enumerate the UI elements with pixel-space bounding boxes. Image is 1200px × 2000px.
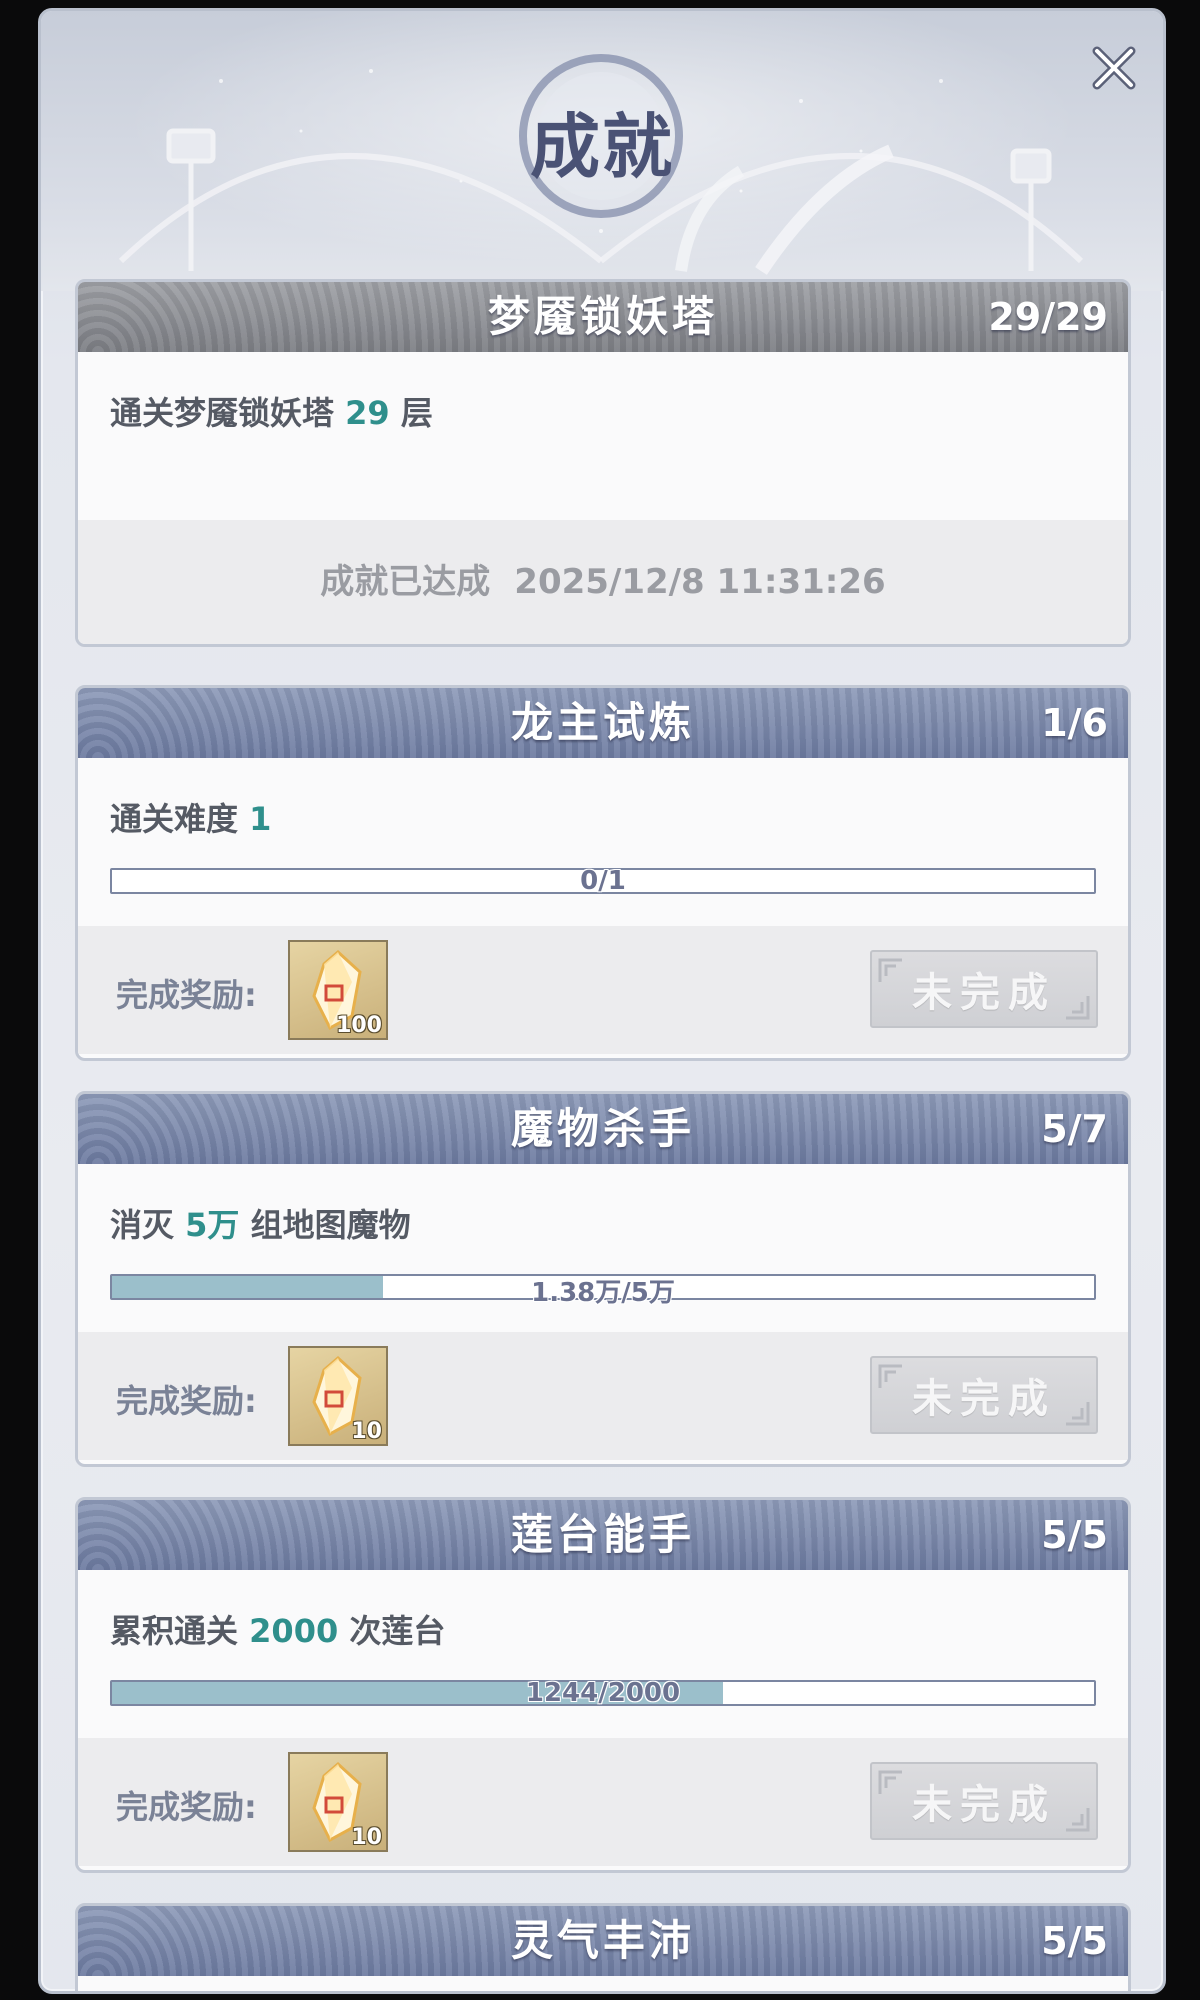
card-header: 梦魇锁妖塔 29/29 bbox=[78, 282, 1128, 352]
achievement-card: 灵气丰沛 5/5 bbox=[75, 1903, 1131, 1991]
card-header: 灵气丰沛 5/5 bbox=[78, 1906, 1128, 1976]
corner-ornament-icon bbox=[878, 958, 902, 982]
reward-row: 完成奖励: 100 未完成 bbox=[78, 926, 1128, 1054]
desc-number: 29 bbox=[345, 394, 390, 432]
close-icon bbox=[1092, 46, 1136, 90]
card-header: 莲台能手 5/5 bbox=[78, 1500, 1128, 1570]
card-title: 梦魇锁妖塔 bbox=[487, 292, 718, 341]
reward-item[interactable]: 100 bbox=[288, 940, 388, 1040]
card-count: 29/29 bbox=[988, 295, 1108, 339]
reward-row: 完成奖励: 10 未完成 bbox=[78, 1738, 1128, 1866]
reward-row: 完成奖励: 10 未完成 bbox=[78, 1332, 1128, 1460]
desc-prefix: 累积通关 bbox=[110, 1612, 250, 1650]
progress-bar: 0/1 bbox=[110, 866, 1096, 896]
reward-quantity: 10 bbox=[351, 1419, 382, 1444]
progress-text: 1.38万/5万 bbox=[531, 1278, 675, 1308]
card-title: 龙主试炼 bbox=[510, 698, 695, 747]
status-button[interactable]: 未完成 bbox=[870, 950, 1098, 1028]
completed-status: 成就已达成 2025/12/8 11:31:26 bbox=[78, 520, 1128, 644]
card-body: 通关梦魇锁妖塔 29 层 bbox=[78, 352, 1128, 520]
desc-prefix: 消灭 bbox=[110, 1206, 186, 1244]
card-count: 5/5 bbox=[1041, 1513, 1108, 1557]
desc-number: 5万 bbox=[185, 1206, 240, 1244]
desc-suffix: 组地图魔物 bbox=[239, 1206, 411, 1244]
reward-item[interactable]: 10 bbox=[288, 1346, 388, 1446]
desc-suffix: 层 bbox=[389, 394, 433, 432]
reward-label: 完成奖励: bbox=[116, 1788, 257, 1826]
completed-time: 2025/12/8 11:31:26 bbox=[514, 562, 886, 602]
status-label: 未完成 bbox=[912, 1376, 1056, 1422]
card-title: 灵气丰沛 bbox=[510, 1916, 695, 1965]
card-header: 龙主试炼 1/6 bbox=[78, 688, 1128, 758]
reward-quantity: 100 bbox=[336, 1013, 382, 1038]
achievement-description: 累积通关 2000 次莲台 bbox=[110, 1606, 445, 1652]
status-button[interactable]: 未完成 bbox=[870, 1356, 1098, 1434]
corner-ornament-icon bbox=[878, 1364, 902, 1388]
progress-bar: 1244/2000 bbox=[110, 1678, 1096, 1708]
achievement-description: 通关难度 1 bbox=[110, 794, 271, 840]
reward-quantity: 10 bbox=[351, 1825, 382, 1850]
progress-text: 0/1 bbox=[580, 866, 626, 896]
header-banner: 成就 bbox=[41, 11, 1163, 291]
corner-ornament-icon bbox=[1066, 1808, 1090, 1832]
completed-footer: 成就已达成 2025/12/8 11:31:26 bbox=[78, 520, 1128, 644]
card-title: 莲台能手 bbox=[510, 1510, 695, 1559]
status-label: 未完成 bbox=[912, 1782, 1056, 1828]
corner-ornament-icon bbox=[1066, 996, 1090, 1020]
desc-prefix: 通关梦魇锁妖塔 bbox=[110, 394, 346, 432]
reward-label: 完成奖励: bbox=[116, 976, 257, 1014]
corner-ornament-icon bbox=[878, 1770, 902, 1794]
achievement-card: 魔物杀手 5/7 消灭 5万 组地图魔物 1.38万/5万 完成奖励: 10 未… bbox=[75, 1091, 1131, 1467]
close-button[interactable] bbox=[1091, 45, 1145, 99]
desc-number: 2000 bbox=[249, 1612, 339, 1650]
desc-prefix: 通关难度 bbox=[110, 800, 250, 838]
reward-label: 完成奖励: bbox=[116, 1382, 257, 1420]
achievement-card: 莲台能手 5/5 累积通关 2000 次莲台 1244/2000 完成奖励: 1… bbox=[75, 1497, 1131, 1873]
card-body: 累积通关 2000 次莲台 1244/2000 bbox=[78, 1570, 1128, 1738]
progress-bar: 1.38万/5万 bbox=[110, 1274, 1096, 1308]
achievement-card: 梦魇锁妖塔 29/29 通关梦魇锁妖塔 29 层 成就已达成 2025/12/8 … bbox=[75, 279, 1131, 647]
achievement-description: 通关梦魇锁妖塔 29 层 bbox=[110, 388, 433, 434]
card-count: 5/7 bbox=[1041, 1107, 1108, 1151]
completed-label: 成就已达成 bbox=[320, 562, 491, 602]
page-title: 成就 bbox=[530, 106, 674, 188]
card-count: 5/5 bbox=[1041, 1919, 1108, 1963]
achievement-card: 龙主试炼 1/6 通关难度 1 0/1 完成奖励: 100 未完成 bbox=[75, 685, 1131, 1061]
card-title: 魔物杀手 bbox=[510, 1104, 695, 1153]
card-count: 1/6 bbox=[1041, 701, 1108, 745]
progress-text: 1244/2000 bbox=[525, 1678, 681, 1708]
status-label: 未完成 bbox=[912, 970, 1056, 1016]
card-header: 魔物杀手 5/7 bbox=[78, 1094, 1128, 1164]
corner-ornament-icon bbox=[1066, 1402, 1090, 1426]
status-button[interactable]: 未完成 bbox=[870, 1762, 1098, 1840]
desc-suffix: 次莲台 bbox=[338, 1612, 446, 1650]
reward-item[interactable]: 10 bbox=[288, 1752, 388, 1852]
achievement-description: 消灭 5万 组地图魔物 bbox=[110, 1200, 411, 1246]
card-body: 通关难度 1 0/1 bbox=[78, 758, 1128, 926]
desc-number: 1 bbox=[249, 800, 272, 838]
card-body: 消灭 5万 组地图魔物 1.38万/5万 bbox=[78, 1164, 1128, 1332]
achievement-panel: 成就 梦魇锁妖塔 29/29 通关梦魇锁妖塔 29 层 成就已达成 2025/12… bbox=[38, 8, 1166, 1994]
